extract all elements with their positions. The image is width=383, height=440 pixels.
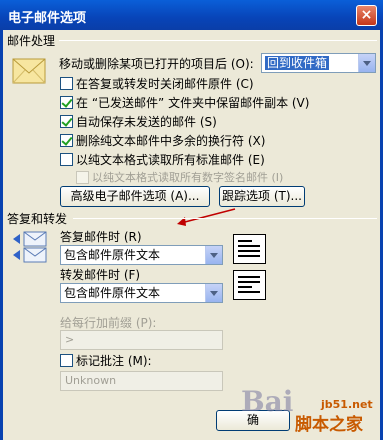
tracking-options-button[interactable]: 跟踪选项 (T)... — [219, 186, 305, 207]
mail-handling-heading: 邮件处理 — [7, 34, 56, 48]
reply-value: 包含邮件原件文本 — [64, 248, 161, 262]
read-plain-text-checkbox[interactable] — [60, 153, 73, 166]
after-move-label: 移动或删除某项已打开的项目后 (O): — [59, 57, 254, 71]
after-move-select[interactable]: 回到收件箱 — [261, 53, 376, 73]
close-button[interactable]: × — [356, 5, 377, 26]
watermark-brand: Bai — [241, 385, 294, 418]
reply-forward-icon — [12, 230, 52, 267]
remove-line-breaks-label: 删除纯文本邮件中多余的换行符 (X) — [76, 134, 266, 148]
annotate-label: 标记批注 (M): — [76, 354, 152, 368]
advanced-email-options-button[interactable]: 高级电子邮件选项 (A)... — [60, 186, 210, 207]
chevron-down-icon[interactable] — [205, 284, 222, 302]
keep-sent-copy-checkbox[interactable] — [60, 96, 73, 109]
close-original-checkbox[interactable] — [60, 77, 73, 90]
prefix-label: 给每行加前缀 (P): — [60, 316, 157, 330]
mail-handling-divider — [59, 40, 377, 41]
watermark-site-name: 脚本之家 — [295, 415, 363, 435]
forward-select[interactable]: 包含邮件原件文本 — [60, 283, 223, 303]
read-signed-plain-label: 以纯文本格式读取所有数字签名邮件 (I) — [92, 171, 284, 184]
forward-preview-icon — [233, 270, 266, 300]
chevron-down-icon[interactable] — [358, 54, 375, 72]
annotate-checkbox[interactable] — [60, 354, 73, 367]
envelope-icon — [12, 58, 46, 87]
reply-label: 答复邮件时 (R) — [60, 230, 142, 244]
arrow-annotation-icon — [173, 206, 237, 233]
reply-preview-icon — [233, 234, 266, 264]
reply-forward-heading: 答复和转发 — [7, 212, 68, 226]
keep-sent-copy-label: 在 “已发送邮件” 文件夹中保留邮件副本 (V) — [76, 96, 310, 110]
forward-label: 转发邮件时 (F) — [60, 268, 141, 282]
autosave-checkbox[interactable] — [60, 115, 73, 128]
dialog-body: 邮件处理 移动或删除某项已打开的项目后 (O): 回到收件箱 在答复或转发时关闭… — [0, 30, 383, 440]
reply-forward-divider — [73, 218, 377, 219]
autosave-label: 自动保存未发送的邮件 (S) — [76, 115, 217, 129]
annotate-input[interactable]: Unknown — [60, 371, 223, 391]
title-bar: 电子邮件选项 × — [0, 0, 383, 30]
chevron-down-icon[interactable] — [205, 246, 222, 264]
remove-line-breaks-checkbox[interactable] — [60, 134, 73, 147]
prefix-input[interactable]: > — [60, 330, 223, 350]
window-title: 电子邮件选项 — [8, 11, 87, 26]
reply-select[interactable]: 包含邮件原件文本 — [60, 245, 223, 265]
read-plain-text-label: 以纯文本格式读取所有标准邮件 (E) — [76, 153, 265, 167]
close-original-label: 在答复或转发时关闭邮件原件 (C) — [76, 77, 254, 91]
read-signed-plain-checkbox[interactable] — [76, 171, 89, 184]
forward-value: 包含邮件原件文本 — [64, 286, 161, 300]
after-move-value: 回到收件箱 — [265, 56, 330, 70]
